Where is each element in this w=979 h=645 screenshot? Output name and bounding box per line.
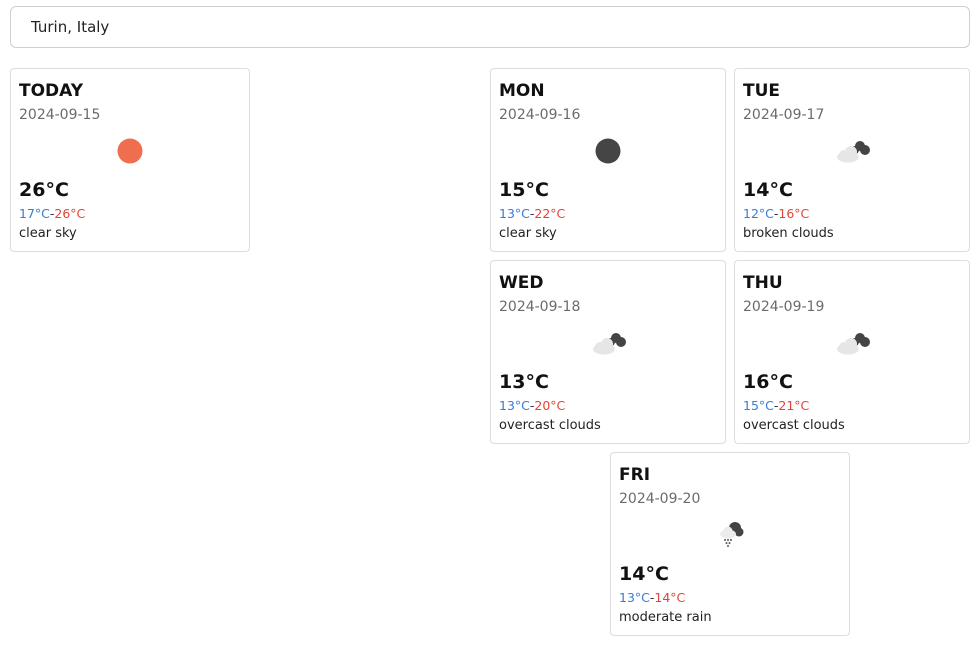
sun-icon — [117, 138, 143, 164]
temp-range: 15°C-21°C — [743, 398, 809, 413]
current-temp: 16°C — [743, 371, 793, 393]
low-temp: 13°C — [499, 206, 530, 221]
day-label: FRI — [619, 465, 651, 485]
high-temp: 16°C — [778, 206, 810, 221]
rain-icon — [720, 522, 744, 547]
weather-icon-container — [611, 519, 849, 551]
overcast-clouds-icon — [837, 333, 870, 355]
broken-clouds-icon — [837, 141, 870, 163]
temp-range: 13°C-14°C — [619, 590, 685, 605]
date-label: 2024-09-16 — [499, 107, 581, 123]
weather-description: moderate rain — [619, 610, 712, 625]
temp-range: 13°C-20°C — [499, 398, 565, 413]
weather-icon-container — [491, 327, 725, 359]
low-temp: 15°C — [743, 398, 774, 413]
date-label: 2024-09-20 — [619, 491, 701, 507]
moon-icon — [595, 138, 621, 164]
temp-range: 17°C-26°C — [19, 206, 85, 221]
current-temp: 15°C — [499, 179, 549, 201]
high-temp: 21°C — [778, 398, 810, 413]
day-label: TUE — [743, 81, 781, 101]
date-label: 2024-09-19 — [743, 299, 825, 315]
location-search-input[interactable] — [10, 6, 970, 48]
day-label: WED — [499, 273, 544, 293]
high-temp: 26°C — [54, 206, 86, 221]
weather-icon-container — [11, 135, 249, 167]
weather-icon-container — [735, 327, 969, 359]
overcast-clouds-icon — [593, 333, 626, 355]
weather-description: clear sky — [19, 226, 77, 241]
forecast-card-wed: WED 2024-09-18 13°C 13°C-20°C overcast c… — [490, 260, 726, 444]
weather-icon-container — [735, 135, 969, 167]
current-temp: 14°C — [743, 179, 793, 201]
temp-range: 13°C-22°C — [499, 206, 565, 221]
date-label: 2024-09-17 — [743, 107, 825, 123]
weather-icon-container — [491, 135, 725, 167]
forecast-card-thu: THU 2024-09-19 16°C 15°C-21°C overcast c… — [734, 260, 970, 444]
weather-description: overcast clouds — [743, 418, 845, 433]
high-temp: 20°C — [534, 398, 566, 413]
forecast-card-mon: MON 2024-09-16 15°C 13°C-22°C clear sky — [490, 68, 726, 252]
temp-range: 12°C-16°C — [743, 206, 809, 221]
low-temp: 13°C — [499, 398, 530, 413]
day-label: TODAY — [19, 81, 83, 101]
date-label: 2024-09-18 — [499, 299, 581, 315]
weather-description: overcast clouds — [499, 418, 601, 433]
current-temp: 13°C — [499, 371, 549, 393]
high-temp: 22°C — [534, 206, 566, 221]
low-temp: 17°C — [19, 206, 50, 221]
current-temp: 26°C — [19, 179, 69, 201]
weather-description: broken clouds — [743, 226, 834, 241]
day-label: MON — [499, 81, 545, 101]
current-temp: 14°C — [619, 563, 669, 585]
forecast-card-fri: FRI 2024-09-20 14°C 13°C-14°C moderate r… — [610, 452, 850, 636]
forecast-card-tue: TUE 2024-09-17 14°C 12°C-16°C broken clo… — [734, 68, 970, 252]
low-temp: 13°C — [619, 590, 650, 605]
high-temp: 14°C — [654, 590, 686, 605]
weather-description: clear sky — [499, 226, 557, 241]
low-temp: 12°C — [743, 206, 774, 221]
weather-app: TODAY 2024-09-15 26°C 17°C-26°C clear sk… — [0, 0, 979, 645]
day-label: THU — [743, 273, 783, 293]
forecast-card-today: TODAY 2024-09-15 26°C 17°C-26°C clear sk… — [10, 68, 250, 252]
date-label: 2024-09-15 — [19, 107, 101, 123]
